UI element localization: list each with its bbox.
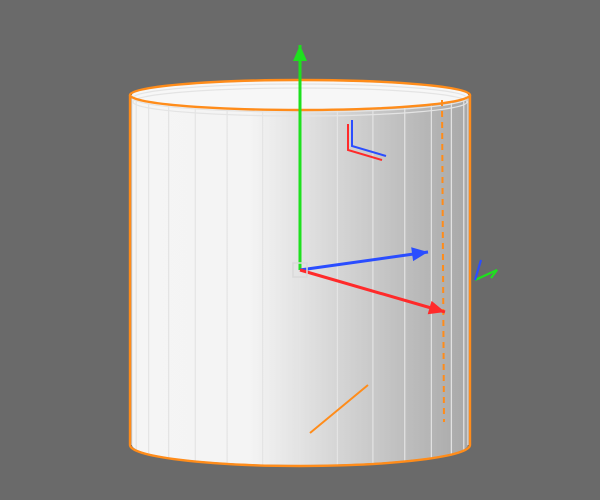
viewport-3d[interactable]: Cylinder 3D Viewport [0,0,600,500]
mini-axes-indicator [475,260,497,280]
scene-svg: Cylinder 3D Viewport [0,0,600,500]
